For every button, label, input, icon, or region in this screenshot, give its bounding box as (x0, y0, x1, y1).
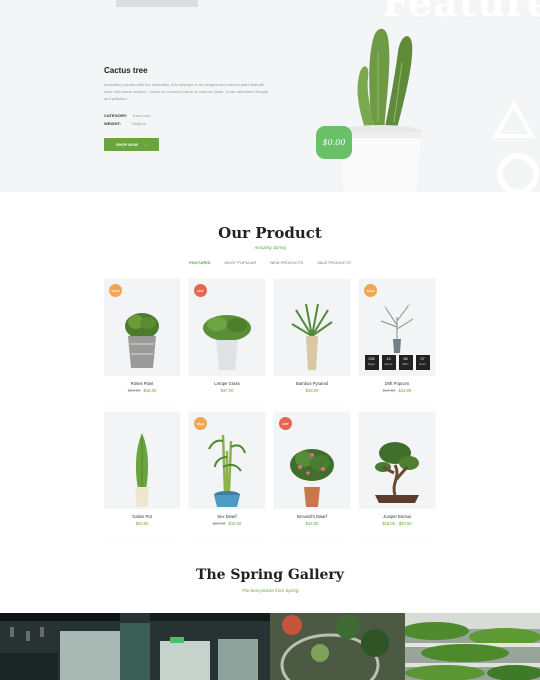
sale-badge: SALE (109, 284, 122, 297)
product-current-price: $18.00 - $20.00 (382, 521, 412, 526)
gallery-image-building[interactable] (405, 613, 540, 680)
product-card[interactable]: HOT Lirrope Grass $37.00 (189, 279, 265, 403)
product-price: $20.00 $16.00 (104, 388, 180, 393)
countdown-hours: 13 Hours (381, 355, 396, 370)
gallery-section-subtitle: The best picture from Spring (241, 588, 299, 593)
product-price: $20.00 (104, 521, 180, 526)
tab-new-products[interactable]: NEW PRODUCTS (270, 260, 303, 265)
product-price: $16.00 $14.00 (359, 388, 435, 393)
product-current-price: $18.00 (305, 388, 319, 393)
product-old-price: $16.00 (382, 388, 396, 393)
product-card[interactable]: Galion Pot $20.00 (104, 412, 180, 536)
product-price: $37.00 (189, 388, 265, 393)
arrow-right-icon: → (143, 142, 148, 147)
hero-banner: Featured Cactus tree Incredibly popular … (0, 0, 540, 192)
gallery-strip (0, 613, 540, 680)
product-current-price: $18.00 (305, 521, 319, 526)
countdown-timer: 239 Days 13 Hours 58 Mins 07 Secs (363, 355, 431, 370)
product-current-price: $20.00 (135, 521, 149, 526)
hot-badge: HOT (194, 284, 207, 297)
hot-badge: HOT (279, 417, 292, 430)
shop-now-button[interactable]: SHOP NOW → (104, 138, 159, 151)
product-current-price: $16.00 (143, 388, 157, 393)
weight-value: Regium (132, 121, 146, 126)
product-image (274, 279, 350, 376)
gallery-image-terrarium[interactable] (270, 613, 405, 680)
product-image (104, 412, 180, 509)
gallery-section-title: The Spring Gallery (196, 567, 344, 583)
product-card[interactable]: Juniper Bonsai $18.00 - $20.00 (359, 412, 435, 536)
product-name[interactable]: Roses Plant (104, 381, 180, 386)
product-price: $20.00 $18.00 (189, 521, 265, 526)
hero-category: CATEGORY: Trees Ices (104, 113, 151, 118)
product-name[interactable]: Bambus Pyramid (274, 381, 350, 386)
product-card[interactable]: HOT Broussil's Dwarf $18.00 (274, 412, 350, 536)
cactus-plant-image (338, 28, 422, 192)
product-name[interactable]: Juniper Bonsai (359, 514, 435, 519)
category-label: CATEGORY: (104, 113, 128, 118)
product-current-price: $37.00 (220, 388, 234, 393)
sale-badge: SALE (364, 284, 377, 297)
gallery-image-cafe[interactable] (0, 613, 270, 680)
weight-label: WEIGHT: (104, 121, 121, 126)
hero-top-tab (116, 0, 198, 7)
product-name[interactable]: Lirrope Grass (189, 381, 265, 386)
sale-badge: SALE (194, 417, 207, 430)
tab-featured[interactable]: FEATURED (189, 260, 210, 265)
product-card[interactable]: SALE Roses Plant $20.00 $16.00 (104, 279, 180, 403)
product-price: $18.00 - $20.00 (359, 521, 435, 526)
product-name[interactable]: Broussil's Dwarf (274, 514, 350, 519)
tab-most-popular[interactable]: MOST POPULAR (225, 260, 257, 265)
price-bubble: $0.00 (316, 126, 352, 159)
hero-title: Cactus tree (104, 66, 148, 75)
product-price: $18.00 (274, 388, 350, 393)
countdown-days: 239 Days (364, 355, 379, 370)
product-card[interactable]: SALE 239 Days 13 Hours 58 Mins 07 Secs Drift… (359, 279, 435, 403)
product-price: $18.00 (274, 521, 350, 526)
product-name[interactable]: Drift Popcorn (359, 381, 435, 386)
hero-description: Incredibly popular with the Victorians, … (104, 82, 269, 101)
category-value: Trees Ices (132, 113, 151, 118)
product-filter-tabs: FEATURED MOST POPULAR NEW PRODUCTS SALE … (0, 260, 540, 265)
products-section-title: Our Product (218, 224, 322, 242)
product-grid: SALE Roses Plant $20.00 $16.00 HOT Lirrop… (104, 279, 437, 536)
product-card[interactable]: Bambus Pyramid $18.00 (274, 279, 350, 403)
product-current-price: $14.00 (398, 388, 412, 393)
product-current-price: $18.00 (228, 521, 242, 526)
tab-sale-products[interactable]: SALE PRODUCTS (317, 260, 351, 265)
product-old-price: $20.00 (212, 521, 226, 526)
countdown-mins: 58 Mins (398, 355, 413, 370)
hero-weight: WEIGHT: Regium (104, 121, 146, 126)
shop-now-label: SHOP NOW (115, 142, 139, 147)
product-card[interactable]: SALE Sex Dwarf $20.00 $18.00 (189, 412, 265, 536)
countdown-secs: 07 Secs (415, 355, 430, 370)
decorative-shapes-icon (492, 100, 539, 192)
product-old-price: $20.00 (127, 388, 141, 393)
product-image (359, 412, 435, 509)
product-name[interactable]: Galion Pot (104, 514, 180, 519)
products-section-subtitle: Amazing Spring (254, 245, 286, 250)
product-name[interactable]: Sex Dwarf (189, 514, 265, 519)
